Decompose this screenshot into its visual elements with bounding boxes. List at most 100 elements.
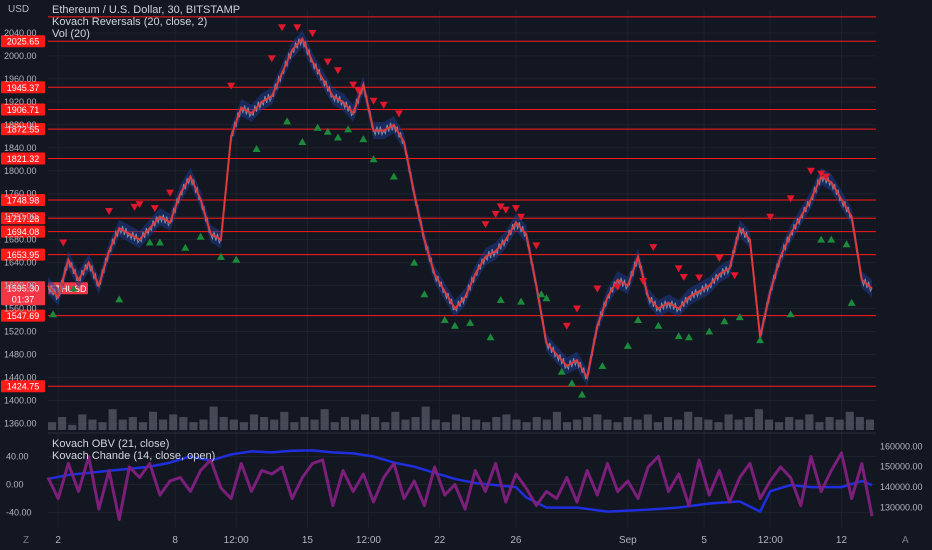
volume-bar	[552, 411, 561, 430]
up-reversal-marker	[847, 298, 856, 306]
volume-bar	[492, 417, 501, 430]
up-reversal-marker	[181, 243, 190, 251]
down-reversal-marker	[674, 265, 683, 273]
volume-bar	[482, 422, 491, 430]
currency-label: USD	[8, 4, 30, 15]
down-reversal-marker	[532, 242, 541, 250]
volume-bar	[865, 419, 874, 430]
volume-bar	[229, 419, 238, 430]
volume-bar	[169, 414, 178, 430]
x-tick-label: 12	[836, 535, 848, 546]
y-tick-label: 1760.00	[4, 189, 37, 199]
down-reversal-marker	[130, 203, 139, 211]
volume-bar	[209, 406, 218, 430]
down-reversal-marker	[649, 244, 658, 252]
volume-bar	[391, 411, 400, 430]
volume-bar	[855, 417, 864, 430]
volume-bar	[128, 417, 137, 430]
up-reversal-marker	[420, 290, 429, 298]
volume-bar	[361, 414, 370, 430]
y-tick-label: 1560.00	[4, 304, 37, 314]
volume-bar	[512, 419, 521, 430]
volume-bar	[835, 419, 844, 430]
volume-bar	[219, 417, 228, 430]
up-reversal-marker	[623, 341, 632, 349]
up-reversal-marker	[735, 313, 744, 321]
y-tick-label: 1640.00	[4, 258, 37, 268]
volume-bar	[290, 422, 299, 430]
up-reversal-marker	[674, 332, 683, 340]
down-reversal-marker	[394, 110, 403, 118]
volume-bar	[734, 419, 743, 430]
chart-title: Ethereum / U.S. Dollar, 30, BITSTAMP	[52, 4, 241, 16]
chande-legend: Kovach Chande (14, close, open)	[52, 450, 216, 462]
chart-canvas[interactable]: 2025.651945.371906.711872.551821.321748.…	[0, 0, 932, 550]
osc-right-tick-label: 150000.00	[880, 462, 923, 472]
down-reversal-marker	[695, 274, 704, 282]
volume-bar	[340, 417, 349, 430]
volume-bar	[583, 417, 592, 430]
up-reversal-marker	[450, 321, 459, 329]
volume-bar	[451, 414, 460, 430]
up-reversal-marker	[756, 336, 765, 344]
indicator-legend-0: Kovach Reversals (20, close, 2)	[52, 16, 208, 28]
up-reversal-marker	[517, 297, 526, 305]
timezone-icon[interactable]: Z	[23, 535, 29, 546]
volume-bar	[330, 422, 339, 430]
volume-bar	[48, 422, 57, 430]
up-reversal-marker	[440, 316, 449, 324]
y-tick-label: 1920.00	[4, 97, 37, 107]
volume-bar	[633, 419, 642, 430]
down-reversal-marker	[679, 273, 688, 281]
up-reversal-marker	[684, 333, 693, 341]
obv-legend: Kovach OBV (21, close)	[52, 438, 170, 450]
volume-bar	[653, 422, 662, 430]
up-reversal-marker	[298, 138, 307, 146]
x-tick-label: 2	[55, 535, 61, 546]
volume-bar	[754, 409, 763, 430]
volume-bar	[239, 422, 248, 430]
volume-bar	[724, 414, 733, 430]
up-reversal-marker	[842, 240, 851, 248]
auto-scale-icon[interactable]: A	[902, 535, 909, 546]
volume-bar	[320, 409, 329, 430]
osc-y-tick-label: 40.00	[6, 451, 29, 461]
down-reversal-marker	[323, 58, 332, 66]
volume-bar	[189, 422, 198, 430]
volume-bar	[573, 419, 582, 430]
volume-bar	[744, 417, 753, 430]
reversal-markers	[49, 24, 856, 398]
y-tick-label: 1520.00	[4, 327, 37, 337]
down-reversal-marker	[511, 205, 520, 213]
volume-bar	[280, 411, 289, 430]
y-tick-label: 1840.00	[4, 143, 37, 153]
up-reversal-marker	[634, 316, 643, 324]
down-reversal-marker	[166, 189, 175, 197]
y-tick-label: 1720.00	[4, 212, 37, 222]
down-reversal-marker	[481, 221, 490, 229]
y-tick-label: 1880.00	[4, 120, 37, 130]
volume-bar	[350, 419, 360, 430]
down-reversal-marker	[715, 255, 724, 263]
volume-bar	[704, 419, 713, 430]
y-tick-label: 2000.00	[4, 51, 37, 61]
lower-legend: Kovach OBV (21, close) Kovach Chande (14…	[52, 438, 215, 462]
up-reversal-marker	[720, 317, 729, 325]
volume-bar	[684, 411, 693, 430]
volume-bar	[785, 417, 794, 430]
y-tick-label: 1360.00	[4, 418, 37, 428]
volume-bar	[401, 419, 410, 430]
volume-bar	[643, 414, 652, 430]
volume-bar	[381, 422, 390, 430]
down-reversal-marker	[501, 206, 510, 214]
down-reversal-marker	[267, 55, 276, 63]
level-label: 1821.32	[7, 154, 40, 164]
up-reversal-marker	[333, 133, 342, 141]
volume-bar	[694, 417, 703, 430]
x-tick-label: 12:00	[758, 535, 783, 546]
volume-bar	[593, 414, 602, 430]
volume-bar	[78, 414, 87, 430]
volume-bar	[371, 417, 380, 430]
price-band	[48, 30, 872, 387]
up-reversal-marker	[232, 255, 241, 263]
